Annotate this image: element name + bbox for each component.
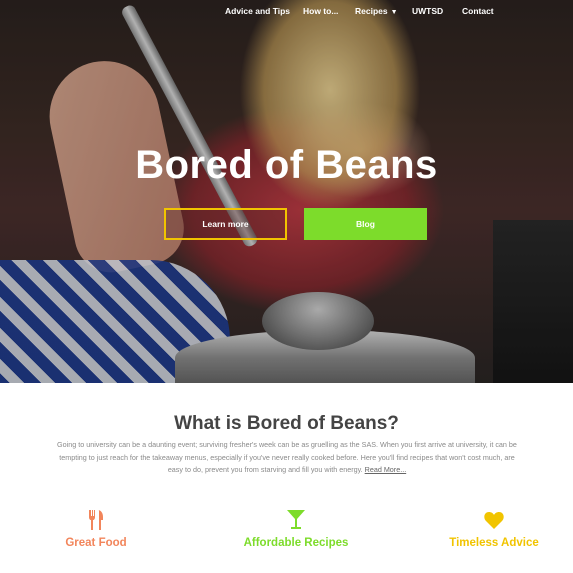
read-more-link[interactable]: Read More...: [365, 465, 407, 474]
about-text: Going to university can be a daunting ev…: [54, 439, 520, 477]
cocktail-glass-icon: [206, 510, 386, 530]
hero-banner: Advice and Tips How to... Recipes ▼ UWTSD…: [0, 0, 573, 383]
heart-icon: [404, 510, 573, 530]
main-nav: Advice and Tips How to... Recipes ▼ UWTSD…: [0, 6, 573, 18]
about-title: What is Bored of Beans?: [174, 413, 399, 434]
feature-label: Timeless Advice: [449, 537, 539, 549]
feature-timeless-advice: Timeless Advice: [404, 510, 573, 549]
about-paragraph: Going to university can be a daunting ev…: [57, 440, 517, 474]
fork-knife-icon: [6, 510, 186, 530]
nav-advice-and-tips[interactable]: Advice and Tips: [225, 6, 290, 16]
feature-affordable-recipes: Affordable Recipes: [206, 510, 386, 549]
nav-how-to[interactable]: How to...: [303, 6, 338, 16]
hero-overlay: [0, 0, 573, 383]
nav-recipes-label: Recipes: [355, 6, 388, 16]
feature-label: Affordable Recipes: [243, 537, 349, 549]
nav-contact[interactable]: Contact: [462, 6, 494, 16]
hero-title: Bored of Beans: [135, 143, 438, 187]
chevron-down-icon: ▼: [390, 9, 398, 16]
feature-great-food: Great Food: [6, 510, 186, 549]
blog-button[interactable]: Blog: [304, 208, 427, 240]
nav-uwtsd[interactable]: UWTSD: [412, 6, 443, 16]
nav-recipes[interactable]: Recipes ▼: [355, 6, 398, 16]
learn-more-button[interactable]: Learn more: [164, 208, 287, 240]
feature-label: Great Food: [65, 537, 127, 549]
